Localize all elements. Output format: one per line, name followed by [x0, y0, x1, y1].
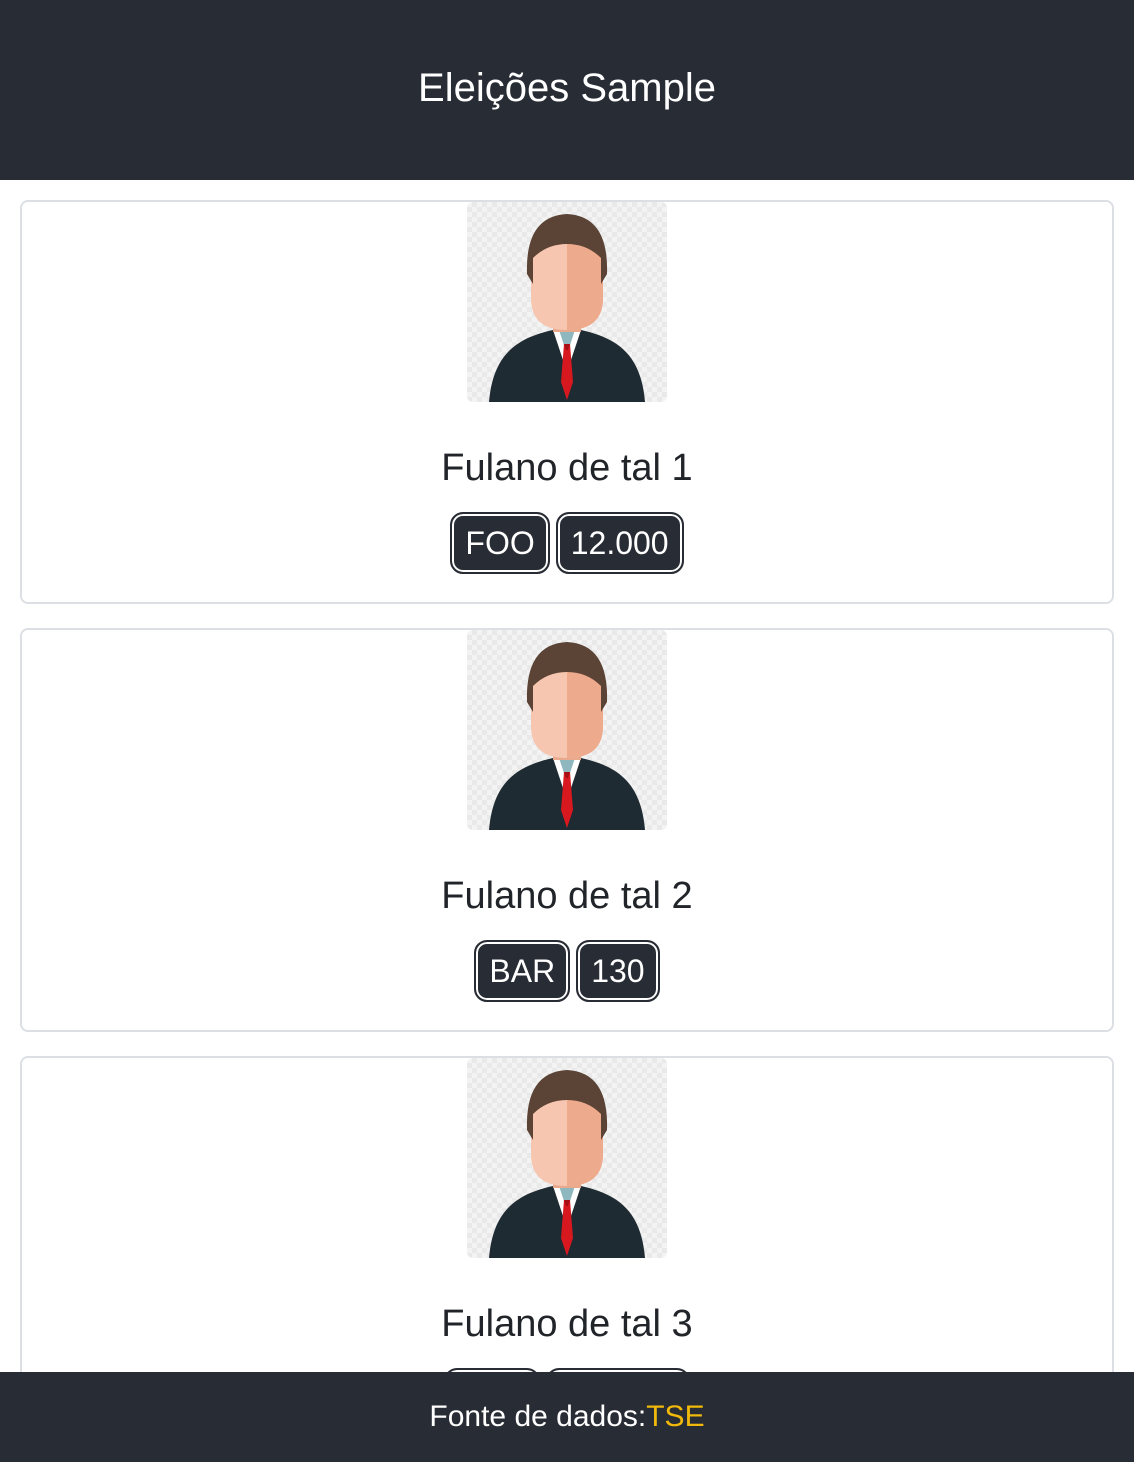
candidate-card: Fulano de tal 2 BAR 130 — [20, 628, 1114, 1032]
candidate-badges: BAR 130 — [474, 940, 660, 1002]
candidate-name: Fulano de tal 3 — [441, 1303, 693, 1345]
data-source-label: Fonte de dados: — [429, 1400, 647, 1433]
party-badge: FOO — [450, 512, 550, 574]
businessman-avatar-icon — [467, 1058, 667, 1258]
data-source-link[interactable]: TSE — [646, 1400, 704, 1434]
candidate-card: Fulano de tal 1 FOO 12.000 — [20, 200, 1114, 604]
candidate-badges: FOO 12.000 — [450, 512, 684, 574]
page: Eleições Sample Fulano de tal 1 FOO 12.0… — [0, 0, 1134, 1462]
candidate-name: Fulano de tal 1 — [441, 447, 693, 489]
app-header: Eleições Sample — [0, 0, 1134, 180]
party-badge: BAR — [474, 940, 571, 1002]
votes-badge: 12.000 — [555, 512, 684, 574]
businessman-avatar-icon — [467, 630, 667, 830]
candidate-name: Fulano de tal 2 — [441, 875, 693, 917]
app-footer: Fonte de dados: TSE — [0, 1372, 1134, 1462]
businessman-avatar-icon — [467, 202, 667, 402]
votes-badge: 130 — [576, 940, 660, 1002]
candidate-list: Fulano de tal 1 FOO 12.000 Fulano de tal… — [20, 200, 1114, 1462]
page-title: Eleições Sample — [418, 65, 716, 110]
